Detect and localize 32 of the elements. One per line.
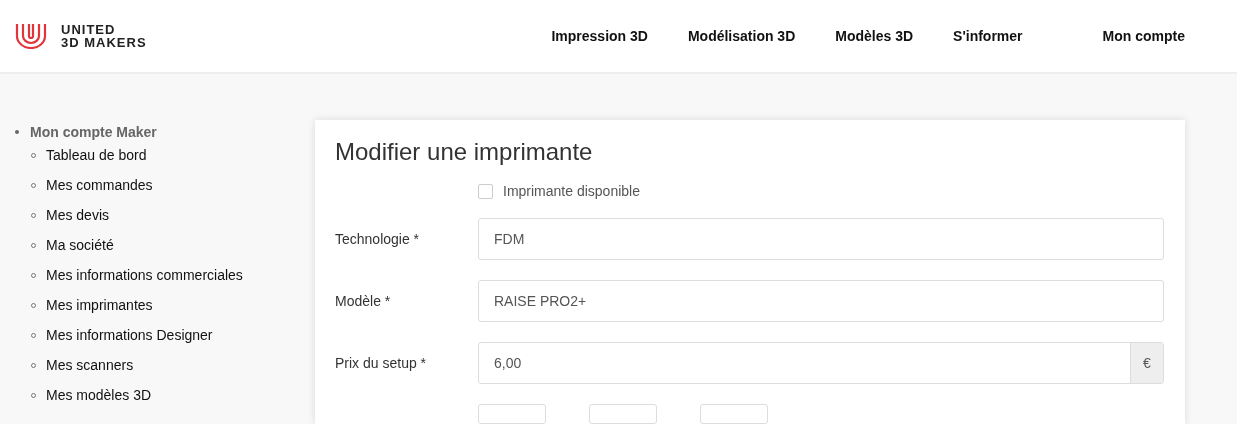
sidebar-link[interactable]: Mes scanners — [46, 357, 134, 373]
brand-name: UNITED — [61, 23, 117, 36]
sidebar-link[interactable]: Mes informations commerciales — [46, 267, 243, 283]
input-field[interactable]: 6,00 € — [478, 342, 1164, 384]
sidebar-link[interactable]: Mes devis — [46, 207, 110, 223]
nav-link[interactable]: S'informer — [953, 28, 1023, 44]
sidebar-link[interactable]: Ma société — [46, 237, 114, 253]
sidebar-link[interactable]: Mes imprimantes — [46, 297, 153, 313]
input-field[interactable] — [589, 404, 657, 424]
field-label: Modèle * — [335, 293, 392, 309]
checkbox[interactable] — [478, 183, 493, 199]
sidebar-heading: Mon compte Maker — [30, 124, 157, 140]
nav-link[interactable]: Mon compte — [1102, 28, 1185, 44]
input-field[interactable]: RAISE PRO2+ — [478, 280, 1164, 322]
form-title: Modifier une imprimante — [335, 138, 594, 166]
input-field[interactable] — [478, 404, 546, 424]
brand-name: 3D MAKERS — [61, 36, 147, 49]
checkbox-label: Imprimante disponible — [503, 183, 640, 199]
sidebar-link[interactable]: Mes commandes — [46, 177, 153, 193]
field-label: Technologie * — [335, 231, 421, 247]
bullet-icon — [15, 130, 19, 134]
sidebar-link[interactable]: Mes modèles 3D — [46, 387, 152, 403]
field-label: Prix du setup * — [335, 355, 428, 371]
nav-link[interactable]: Modèles 3D — [835, 28, 914, 44]
nav-link[interactable]: Modélisation 3D — [687, 28, 796, 44]
currency-addon: € — [1130, 343, 1163, 383]
input-field[interactable]: FDM — [478, 218, 1164, 260]
input-field[interactable] — [700, 404, 768, 424]
sidebar-link[interactable]: Mes informations Designer — [46, 327, 213, 343]
sidebar-link[interactable]: Tableau de bord — [46, 147, 147, 163]
logo-icon — [15, 23, 47, 49]
nav-link[interactable]: Impression 3D — [551, 28, 648, 44]
